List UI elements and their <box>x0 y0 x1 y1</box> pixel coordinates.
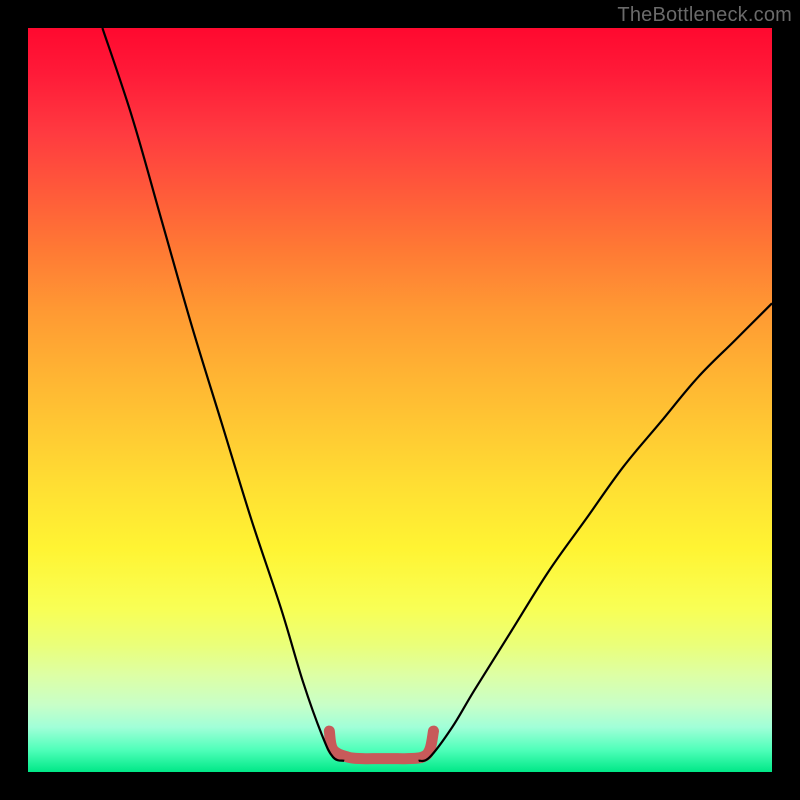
chart-frame: TheBottleneck.com <box>0 0 800 800</box>
watermark-text: TheBottleneck.com <box>617 4 792 27</box>
series-left-curve <box>102 28 344 761</box>
chart-plot-area <box>28 28 772 772</box>
series-right-curve <box>419 303 772 761</box>
chart-svg <box>28 28 772 772</box>
series-bottom-bracket <box>329 731 433 759</box>
